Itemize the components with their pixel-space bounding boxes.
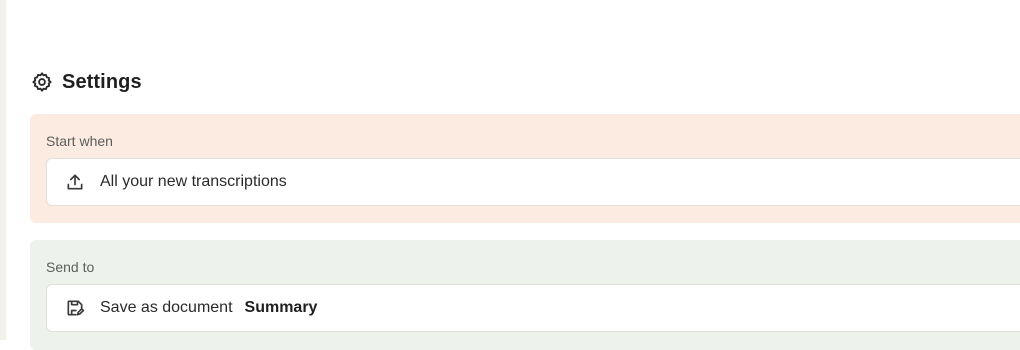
settings-title: Settings [62, 70, 142, 93]
gear-icon [31, 71, 53, 93]
left-rail [0, 0, 6, 340]
send-to-label: Send to [46, 259, 95, 275]
start-when-value: All your new transcriptions [100, 173, 287, 190]
start-when-trigger[interactable]: All your new transcriptions [46, 158, 1020, 206]
start-when-label: Start when [46, 133, 113, 149]
start-when-panel: Start when All your new transcriptions [30, 114, 1020, 223]
send-to-destination[interactable]: Save as document Summary [46, 284, 1020, 332]
upload-icon [65, 172, 85, 192]
send-to-action: Save as document [100, 299, 233, 316]
send-to-panel: Send to Save as document Summary [30, 240, 1020, 350]
save-document-icon [65, 298, 85, 318]
settings-header: Settings [31, 70, 142, 94]
send-to-target: Summary [244, 299, 318, 316]
